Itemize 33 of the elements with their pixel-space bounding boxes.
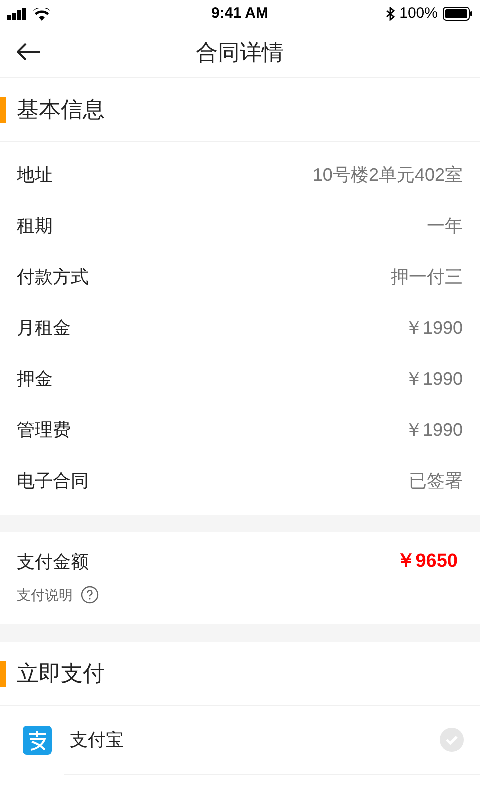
page-title: 合同详情 <box>196 39 284 67</box>
row-value: 已签署 <box>409 470 463 493</box>
accent-bar <box>0 96 6 122</box>
payment-app-icon <box>23 726 52 754</box>
row-label: 管理费 <box>17 419 71 442</box>
section-title: 基本信息 <box>17 96 105 124</box>
check-icon <box>440 728 464 752</box>
row-label: 电子合同 <box>17 470 89 493</box>
payment-method-name: 支付宝 <box>70 728 125 752</box>
row-label: 押金 <box>17 368 53 391</box>
row-label: 月租金 <box>17 317 71 340</box>
status-time: 9:41 AM <box>212 4 268 24</box>
row-label: 租期 <box>17 215 53 238</box>
row-label: 付款方式 <box>17 266 89 289</box>
row-value: 10号楼2单元402室 <box>312 164 463 187</box>
signal-icon <box>7 8 29 20</box>
battery-icon <box>443 7 473 21</box>
row-value: 押一付三 <box>391 266 463 289</box>
bluetooth-icon <box>386 7 395 21</box>
row-value: 一年 <box>427 215 463 238</box>
row-value: ￥1990 <box>404 317 463 340</box>
amount-value: ￥9650 <box>396 550 458 574</box>
row-label: 地址 <box>17 164 53 187</box>
accent-bar <box>0 660 6 686</box>
amount-label: 支付金额 <box>17 550 89 574</box>
back-arrow-icon <box>17 43 41 61</box>
help-icon[interactable] <box>81 586 99 604</box>
row-value: ￥1990 <box>404 368 463 391</box>
section-title: 立即支付 <box>17 660 105 688</box>
row-value: ￥1990 <box>404 419 463 442</box>
wifi-icon <box>33 8 51 20</box>
payment-note: 支付说明 <box>17 586 73 604</box>
battery-percent: 100% <box>400 4 438 24</box>
